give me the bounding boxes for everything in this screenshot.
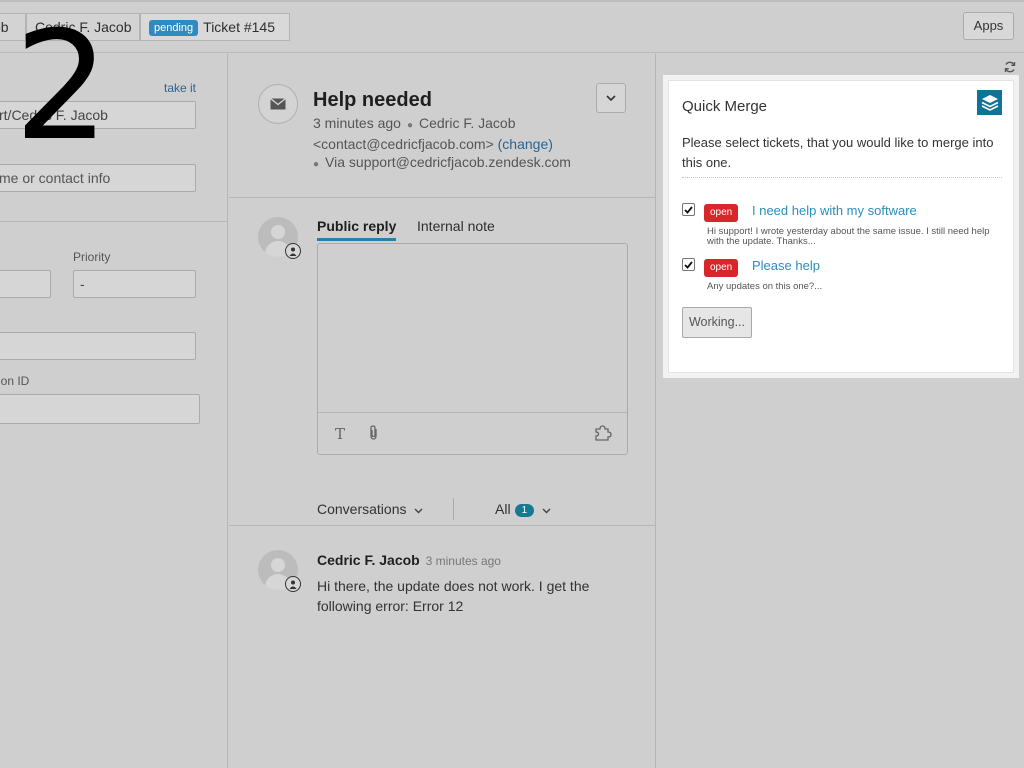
ticket-preview: Any updates on this one?...: [707, 281, 823, 292]
divider: [229, 197, 656, 198]
comment-time: 3 minutes ago: [425, 554, 501, 568]
ticket-link[interactable]: Please help: [752, 258, 820, 273]
separator-dot: ●: [313, 159, 320, 170]
user-icon: [285, 576, 301, 592]
status-badge: open: [704, 204, 739, 222]
tab-ticket[interactable]: pending Ticket #145: [140, 13, 290, 41]
ticket-field[interactable]: [0, 332, 196, 360]
conversations-dropdown[interactable]: Conversations: [317, 501, 423, 517]
paperclip-icon[interactable]: [368, 425, 379, 445]
ticket-options-button[interactable]: [596, 83, 626, 113]
ticket-checkbox[interactable]: [682, 258, 695, 271]
ticket-preview: Hi support! I wrote yesterday about the …: [707, 226, 990, 247]
editor-toolbar: T: [318, 412, 627, 454]
ticket-subject: Help needed: [313, 89, 432, 111]
ticket-time: 3 minutes ago: [313, 115, 401, 131]
text-format-icon[interactable]: T: [335, 425, 345, 443]
apps-button[interactable]: Apps: [963, 12, 1014, 40]
take-it-link[interactable]: take it: [164, 81, 196, 95]
conversation-pane: Help needed 3 minutes ago ● Cedric F. Jaco…: [229, 54, 656, 768]
puzzle-icon[interactable]: [594, 425, 612, 445]
type-field[interactable]: [0, 270, 51, 298]
priority-label: Priority: [73, 250, 111, 264]
quick-merge-app: Quick Merge Please select tickets, that …: [663, 75, 1019, 378]
step-number-overlay: 2: [14, 0, 110, 174]
top-bar: ob Cedric F. Jacob pendingTicket #145 Ap…: [0, 0, 1024, 53]
checkmark-icon: [684, 205, 693, 214]
user-icon: [285, 243, 301, 259]
apps-pane: Quick Merge Please select tickets, that …: [657, 54, 1024, 768]
divider: [229, 525, 656, 526]
ticket-via: Via support@cedricfjacob.zendesk.com: [325, 154, 571, 170]
chevron-down-icon: [606, 95, 616, 101]
ticket-meta: 3 minutes ago ● Cedric F. Jacob <contact@c…: [313, 114, 613, 174]
id-label: ion ID: [0, 374, 30, 388]
chevron-down-icon: [414, 508, 423, 514]
top-bar-line: [0, 0, 1024, 2]
priority-field[interactable]: -: [73, 270, 196, 298]
refresh-icon[interactable]: [1004, 60, 1016, 76]
change-link[interactable]: (change): [498, 136, 553, 152]
divider: [0, 221, 227, 222]
tab-public-reply[interactable]: Public reply: [317, 218, 397, 241]
comment-body: Hi there, the update does not work. I ge…: [317, 578, 590, 614]
status-badge: open: [704, 259, 739, 277]
tab-label: ob: [0, 19, 9, 35]
ticket-link[interactable]: I need help with my software: [752, 203, 917, 218]
tab-label: Ticket #145: [203, 19, 276, 35]
app-title: Quick Merge: [682, 98, 768, 115]
stack-logo-icon: [977, 90, 1002, 115]
separator-dot: ●: [406, 120, 413, 131]
filter-label: All: [495, 501, 511, 517]
ticket-email: <contact@cedricfjacob.com>: [313, 136, 494, 152]
divider: [453, 498, 454, 520]
comment-header: Cedric F. Jacob 3 minutes ago: [317, 552, 501, 568]
tab-internal-note[interactable]: Internal note: [417, 218, 495, 234]
app-description: Please select tickets, that you would li…: [682, 135, 994, 170]
comment-author[interactable]: Cedric F. Jacob: [317, 552, 420, 568]
id-field[interactable]: [0, 394, 200, 424]
reply-editor[interactable]: T: [317, 243, 628, 455]
status-badge: pending: [149, 20, 199, 36]
conversations-label: Conversations: [317, 501, 407, 517]
mail-icon: [258, 84, 298, 124]
count-badge: 1: [514, 504, 535, 517]
merge-button[interactable]: Working...: [682, 307, 752, 338]
filter-dropdown[interactable]: All 1: [495, 501, 551, 517]
ticket-checkbox[interactable]: [682, 203, 695, 216]
chevron-down-icon: [542, 508, 551, 514]
checkmark-icon: [684, 260, 693, 269]
divider: [682, 177, 1002, 178]
ticket-author: Cedric F. Jacob: [419, 115, 516, 131]
